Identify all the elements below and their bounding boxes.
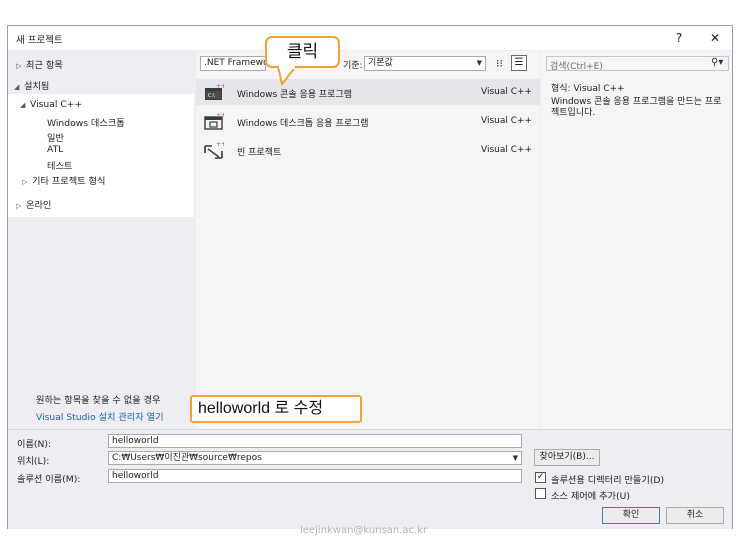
- type-label: 형식:: [551, 84, 571, 94]
- tree-item-online[interactable]: ▷ 온라인: [16, 197, 51, 211]
- open-installer-link[interactable]: Visual Studio 설치 관리자 열기: [36, 409, 164, 423]
- template-type: 형식: Visual C++: [551, 81, 625, 94]
- svg-text:++: ++: [216, 83, 224, 90]
- solution-name-input[interactable]: helloworld: [108, 469, 522, 483]
- list-view-icon[interactable]: ☰: [511, 55, 527, 71]
- cancel-button[interactable]: 취소: [666, 507, 724, 524]
- tree-item-other[interactable]: ▷ 기타 프로젝트 형식: [22, 173, 105, 187]
- expand-right-icon: ▷: [22, 178, 28, 186]
- template-desktop-app[interactable]: ++ Windows 데스크톱 응용 프로그램 Visual C++: [196, 108, 540, 134]
- details-pane: 검색(Ctrl+E) ⚲▾ 형식: Visual C++ Windows 콘솔 …: [541, 51, 732, 429]
- empty-project-icon: ++: [204, 141, 224, 159]
- svg-text:C:\: C:\: [208, 93, 215, 99]
- search-icon: ⚲▾: [711, 57, 724, 68]
- grid-view-icon[interactable]: ⁝⁝: [492, 56, 507, 71]
- project-form: 이름(N): helloworld 위치(L): C:₩Users₩이진관₩so…: [8, 429, 732, 529]
- watermark: leejinkwan@kunsan.ac.kr: [300, 525, 428, 536]
- create-directory-checkbox[interactable]: ✓: [535, 472, 546, 483]
- search-placeholder: 검색(Ctrl+E): [550, 62, 603, 72]
- name-label: 이름(N):: [17, 439, 52, 450]
- template-description: Windows 콘솔 응용 프로그램을 만드는 프로젝트입니다.: [551, 97, 722, 118]
- close-button[interactable]: ✕: [705, 29, 725, 47]
- tree-item-recent[interactable]: ▷ 최근 항목: [16, 57, 63, 71]
- template-language: Visual C++: [481, 145, 533, 155]
- tree-item-general[interactable]: 일반: [47, 130, 64, 144]
- chevron-down-icon: ▼: [476, 59, 482, 67]
- name-input[interactable]: helloworld: [108, 434, 522, 448]
- dialog-title: 새 프로젝트: [16, 35, 63, 46]
- help-text: 원하는 항목을 찾을 수 없을 경우: [36, 395, 161, 406]
- title-bar: 새 프로젝트 ? ✕: [8, 26, 732, 50]
- template-language: Visual C++: [481, 116, 533, 126]
- template-language: Visual C++: [481, 87, 533, 97]
- expand-right-icon: ▷: [16, 202, 22, 210]
- sort-dropdown[interactable]: 기본값 ▼: [364, 56, 486, 71]
- svg-text:++: ++: [216, 141, 224, 148]
- template-name: Windows 콘솔 응용 프로그램: [237, 90, 352, 100]
- rename-annotation: helloworld 로 수정: [190, 395, 362, 423]
- new-project-dialog: 새 프로젝트 ? ✕ ▷ 최근 항목 ◢ 설치됨 ◢ Visual C++ Windo…: [7, 25, 733, 529]
- location-dropdown[interactable]: C:₩Users₩이진관₩source₩repos ▼: [108, 451, 522, 465]
- tree-item-atl[interactable]: ATL: [47, 144, 63, 155]
- template-tree-pane: ▷ 최근 항목 ◢ 설치됨 ◢ Visual C++ Windows 데스크톱 일반 …: [8, 51, 194, 429]
- browse-button[interactable]: 찾아보기(B)...: [534, 449, 600, 466]
- callout-pointer-icon: [276, 66, 298, 86]
- template-empty-project[interactable]: ++ 빈 프로젝트 Visual C++: [196, 137, 540, 163]
- ok-button[interactable]: 확인: [602, 507, 660, 524]
- collapse-down-icon: ◢: [14, 83, 20, 91]
- type-value: Visual C++: [573, 84, 625, 94]
- framework-dropdown[interactable]: .NET Framework: [200, 56, 266, 71]
- tree-item-visual-cpp[interactable]: ◢ Visual C++: [20, 99, 82, 110]
- solution-label: 솔루션 이름(M):: [17, 474, 81, 485]
- sort-label: 기준:: [343, 61, 363, 71]
- search-box[interactable]: 검색(Ctrl+E) ⚲▾: [546, 56, 729, 72]
- help-button[interactable]: ?: [669, 29, 689, 47]
- source-control-label: 소스 제어에 추가(U): [551, 491, 630, 502]
- location-value: C:₩Users₩이진관₩source₩repos: [112, 453, 262, 463]
- location-label: 위치(L):: [17, 456, 50, 467]
- tree-item-installed[interactable]: ◢ 설치됨: [14, 78, 49, 92]
- tree-item-test[interactable]: 테스트: [47, 158, 72, 172]
- template-list-pane: .NET Framework 기준: 기본값 ▼ ⁝⁝ ☰ C:\ ++ Win…: [196, 51, 540, 429]
- create-directory-label: 솔루션용 디렉터리 만들기(D): [551, 475, 665, 486]
- expand-right-icon: ▷: [16, 62, 22, 70]
- source-control-checkbox[interactable]: [535, 488, 546, 499]
- console-app-icon: C:\ ++: [205, 83, 224, 100]
- template-console-app[interactable]: C:\ ++ Windows 콘솔 응용 프로그램 Visual C++: [196, 79, 540, 105]
- chevron-down-icon: ▼: [512, 454, 518, 462]
- sort-value: 기본값: [368, 58, 393, 68]
- collapse-down-icon: ◢: [20, 101, 26, 109]
- click-annotation: 클릭: [265, 36, 340, 68]
- tree-item-windows-desktop[interactable]: Windows 데스크톱: [47, 115, 125, 129]
- template-name: Windows 데스크톱 응용 프로그램: [237, 119, 369, 129]
- template-name: 빈 프로젝트: [237, 148, 282, 158]
- svg-text:++: ++: [216, 112, 224, 119]
- desktop-app-icon: ++: [204, 112, 224, 130]
